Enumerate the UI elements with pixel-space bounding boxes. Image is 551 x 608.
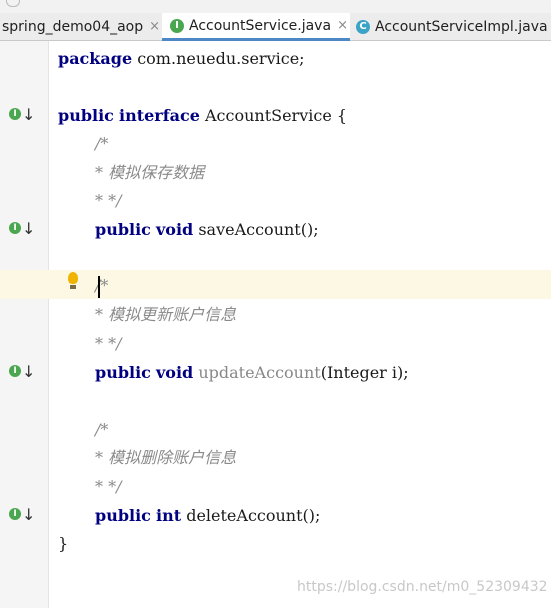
comment-line: /* — [95, 420, 109, 439]
comment-line: * 模拟删除账户信息 — [95, 448, 237, 467]
comment-line: * */ — [95, 191, 122, 210]
comment-line: * */ — [95, 477, 122, 496]
watermark: https://blog.csdn.net/m0_52309432 — [297, 579, 548, 595]
comment-line: * 模拟保存数据 — [95, 163, 205, 182]
code-line: public void updateAccount(Integer i); — [95, 363, 409, 382]
code-line: } — [58, 534, 69, 553]
code-line: /* — [95, 272, 108, 300]
code-line: package com.neuedu.service; — [58, 49, 305, 68]
code-line: public interface AccountService { — [58, 106, 348, 125]
code-line: public int deleteAccount(); — [95, 506, 321, 525]
code-line: public void saveAccount(); — [95, 220, 319, 239]
comment-line: /* — [95, 134, 109, 153]
comment-line: * 模拟更新账户信息 — [95, 305, 237, 324]
code-editor[interactable]: package com.neuedu.service; public inter… — [0, 0, 551, 608]
comment-line: * */ — [95, 334, 122, 353]
text-cursor — [98, 275, 101, 298]
